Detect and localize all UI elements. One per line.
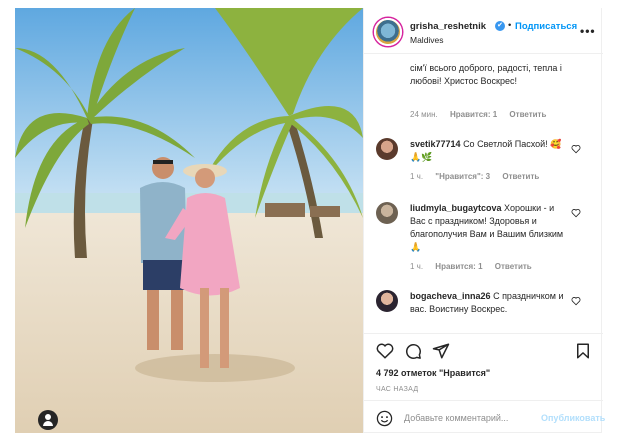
instagram-post-window: grisha_reshetnik ✔ • Подписаться Maldive… <box>0 0 620 445</box>
comment-time: 1 ч. <box>410 172 424 181</box>
comments-list[interactable]: сім'ї всього доброго, радості, тепла і л… <box>364 54 603 333</box>
comment-body: svetik77714 Со Светлой Пасхой! 🥰🙏🌿 <box>410 138 570 164</box>
comment-text: сім'ї всього доброго, радості, тепла і л… <box>410 63 562 86</box>
comment-time: 1 ч. <box>410 262 424 271</box>
verified-badge-icon: ✔ <box>495 21 505 31</box>
comment-likes-button[interactable]: Нравится: 1 <box>450 110 497 119</box>
likes-count[interactable]: 4 792 отметок "Нравится" <box>376 368 490 378</box>
add-comment-bar: Опубликовать <box>364 400 605 434</box>
beach-photo-illustration <box>15 8 363 433</box>
author-username[interactable]: grisha_reshetnik <box>410 21 486 32</box>
save-bookmark-icon[interactable] <box>574 342 592 360</box>
commenter-username[interactable]: bogacheva_inna26 <box>410 291 491 301</box>
like-comment-heart-icon[interactable] <box>571 208 581 218</box>
add-comment-input[interactable] <box>404 410 534 426</box>
post-side-panel: grisha_reshetnik ✔ • Подписаться Maldive… <box>363 8 605 434</box>
more-options-button[interactable]: ••• <box>580 24 596 38</box>
post-header: grisha_reshetnik ✔ • Подписаться Maldive… <box>364 8 603 54</box>
share-send-icon[interactable] <box>432 342 450 360</box>
comment-bubble-icon[interactable] <box>404 342 422 360</box>
comment-body: bogacheva_inna26 С праздничком и вас. Во… <box>410 290 570 316</box>
publish-comment-button[interactable]: Опубликовать <box>541 413 605 423</box>
commenter-avatar[interactable] <box>376 138 398 160</box>
comment-reply-button[interactable]: Ответить <box>509 110 546 119</box>
comment-likes-button[interactable]: Нравится: 1 <box>435 262 482 271</box>
comment-reply-button[interactable]: Ответить <box>502 172 539 181</box>
commenter-avatar[interactable] <box>376 290 398 312</box>
commenter-username[interactable]: liudmyla_bugaytcova <box>410 203 502 213</box>
tagged-users-icon[interactable] <box>38 410 58 430</box>
post-timestamp[interactable]: ЧАС НАЗАД <box>376 386 418 393</box>
emoji-smiley-icon[interactable] <box>376 410 393 427</box>
header-separator: • <box>508 20 512 31</box>
comment-meta: 1 ч. Нравится: 1 Ответить <box>410 262 542 271</box>
comment-time: 24 мин. <box>410 110 438 119</box>
like-comment-heart-icon[interactable] <box>571 144 581 154</box>
author-avatar[interactable] <box>374 18 402 46</box>
comment-likes-button[interactable]: "Нравится": 3 <box>435 172 490 181</box>
commenter-avatar[interactable] <box>376 202 398 224</box>
like-comment-heart-icon[interactable] <box>571 296 581 306</box>
post-location[interactable]: Maldives <box>410 35 444 45</box>
comment-reply-button[interactable]: Ответить <box>495 262 532 271</box>
comment-meta: 1 ч. "Нравится": 3 Ответить <box>410 172 549 181</box>
commenter-username[interactable]: svetik77714 <box>410 139 461 149</box>
comment-meta: 24 мин. Нравится: 1 Ответить <box>410 110 556 119</box>
post-actions: 4 792 отметок "Нравится" ЧАС НАЗАД Опубл… <box>364 333 605 434</box>
follow-button[interactable]: Подписаться <box>515 21 577 32</box>
like-heart-icon[interactable] <box>376 342 394 360</box>
post-photo[interactable] <box>15 8 363 433</box>
comment-body: liudmyla_bugaytcova Хорошки - и Вас с пр… <box>410 202 570 254</box>
